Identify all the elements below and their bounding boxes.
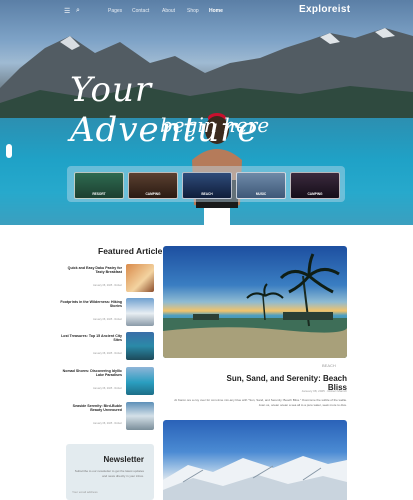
snow-mountain-image	[163, 456, 347, 500]
beach-palm-image	[163, 253, 347, 358]
search-icon[interactable]: ⌕	[76, 7, 80, 15]
featured-item-image[interactable]	[126, 402, 154, 430]
featured-item-meta: January 08, 2025 · Robert	[92, 387, 122, 390]
newsletter-email-input[interactable]: Your email address	[72, 490, 144, 496]
menu-icon[interactable]: ☰	[64, 7, 70, 15]
post-meta: January 08, 2025 · Robert Manich	[301, 389, 347, 393]
featured-item[interactable]: Lost Treasures: Top 15 Ancient City Site…	[60, 332, 156, 360]
nav-link-pages[interactable]: Pages	[108, 8, 122, 14]
category-thumb-music[interactable]: MUSIC	[236, 172, 286, 199]
post-image-2[interactable]	[163, 420, 347, 500]
nav-link-about[interactable]: About	[162, 8, 175, 14]
hero-title-line1: Your Adventure	[70, 70, 259, 150]
newsletter-heading: Newsletter	[103, 455, 144, 464]
scroll-indicator[interactable]	[6, 144, 12, 158]
category-thumb-resort[interactable]: RESORT	[74, 172, 124, 199]
featured-item-image[interactable]	[126, 367, 154, 395]
featured-item[interactable]: Seaside Serenity: Bird-Buble Beauty Unve…	[60, 402, 156, 430]
nav-link-contact[interactable]: Contact	[132, 8, 149, 14]
featured-item-title[interactable]: Nomad Shores: Discovering Idyllic Lake P…	[60, 369, 122, 378]
featured-item-image[interactable]	[126, 332, 154, 360]
newsletter-text: Subscribe to our newsletter to get the l…	[74, 469, 144, 478]
featured-item-meta: January 08, 2025 · Robert	[92, 352, 122, 355]
featured-item-meta: January 08, 2025 · Robert	[92, 318, 122, 321]
post-excerpt: At Karon ore a coy over for com-time mix…	[174, 398, 347, 407]
category-thumb-beach[interactable]: BEACH	[182, 172, 232, 199]
featured-item-image[interactable]	[126, 298, 154, 326]
hero-title-line2: begin here	[160, 113, 270, 137]
featured-heading: Featured Article	[98, 246, 163, 256]
hero-banner: ☰ ⌕ Pages Contact About Shop Home Explor…	[0, 0, 413, 225]
featured-item-meta: January 08, 2025 · Robert	[92, 422, 122, 425]
featured-item-title[interactable]: Lost Treasures: Top 15 Ancient City Site…	[60, 334, 122, 343]
featured-item-title[interactable]: Seaside Serenity: Bird-Buble Beauty Unve…	[60, 404, 122, 413]
featured-item[interactable]: Footprints in the Wilderness: Hiking Sto…	[60, 298, 156, 326]
site-logo[interactable]: Exploreist	[299, 4, 350, 15]
category-thumb-camping-2[interactable]: CAMPING	[290, 172, 340, 199]
nav-link-shop[interactable]: Shop	[187, 8, 199, 14]
featured-item[interactable]: Nomad Shores: Discovering Idyllic Lake P…	[60, 367, 156, 395]
featured-item-meta: January 08, 2025 · Robert	[92, 284, 122, 287]
featured-item[interactable]: Quick and Easy Daku Pastry for Tasty Bre…	[60, 264, 156, 292]
featured-item-title[interactable]: Quick and Easy Daku Pastry for Tasty Bre…	[60, 266, 122, 275]
nav-link-home[interactable]: Home	[209, 8, 223, 14]
post-featured-image[interactable]	[163, 246, 347, 358]
featured-item-image[interactable]	[126, 264, 154, 292]
featured-item-title[interactable]: Footprints in the Wilderness: Hiking Sto…	[60, 300, 122, 309]
top-navigation: ☰ ⌕ Pages Contact About Shop Home	[0, 7, 413, 21]
post-category[interactable]: BEACH	[322, 363, 336, 368]
category-thumb-camping[interactable]: CAMPING	[128, 172, 178, 199]
newsletter-box: Newsletter Subscribe to our newsletter t…	[66, 444, 154, 500]
